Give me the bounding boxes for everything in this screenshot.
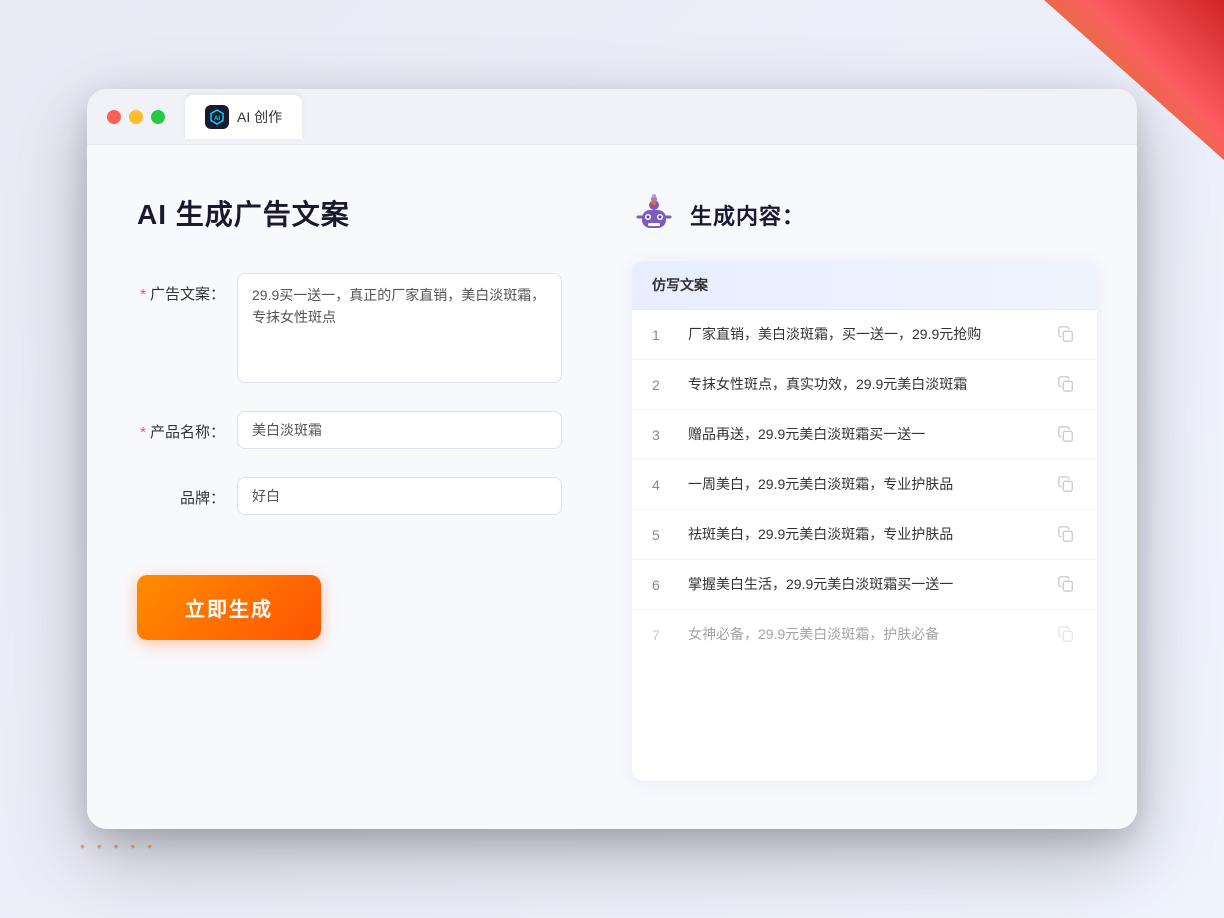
result-title: 生成内容： [690,199,805,231]
title-bar: AI AI 创作 [87,89,1137,145]
item-number: 5 [652,527,672,543]
generate-button[interactable]: 立即生成 [137,575,321,640]
result-item: 4 一周美白，29.9元美白淡斑霜，专业护肤品 [632,460,1097,510]
product-name-label: *产品名称： [137,411,237,442]
brand-group: 品牌： [137,477,562,515]
results-list: 1 厂家直销，美白淡斑霜，买一送一，29.9元抢购 2 专抹女性斑点，真实功效，29… [632,310,1097,659]
item-text: 掌握美白生活，29.9元美白淡斑霜买一送一 [688,574,1041,595]
tab-ai-icon: AI [205,105,229,129]
result-item: 1 厂家直销，美白淡斑霜，买一送一，29.9元抢购 [632,310,1097,360]
item-number: 6 [652,577,672,593]
result-header: 生成内容： [632,193,1097,237]
product-name-input[interactable] [237,411,562,449]
copy-button[interactable] [1057,625,1077,645]
result-card: 仿写文案 1 厂家直销，美白淡斑霜，买一送一，29.9元抢购 2 专抹女性斑点，真实… [632,261,1097,781]
item-text: 女神必备，29.9元美白淡斑霜，护肤必备 [688,624,1041,645]
item-number: 3 [652,427,672,443]
item-text: 专抹女性斑点，真实功效，29.9元美白淡斑霜 [688,374,1041,395]
product-required-star: * [140,424,146,441]
right-panel: 生成内容： 仿写文案 1 厂家直销，美白淡斑霜，买一送一，29.9元抢购 2 专抹女… [612,145,1137,829]
close-button[interactable] [107,110,121,124]
copy-button[interactable] [1057,425,1077,445]
minimize-button[interactable] [129,110,143,124]
ad-copy-label: *广告文案： [137,273,237,304]
tab-label: AI 创作 [237,107,282,127]
ad-copy-input[interactable] [237,273,562,383]
content-area: AI 生成广告文案 *广告文案： *产品名称： 品牌： 立即生成 [87,145,1137,829]
robot-icon [632,193,676,237]
result-table-header: 仿写文案 [632,261,1097,310]
result-item: 2 专抹女性斑点，真实功效，29.9元美白淡斑霜 [632,360,1097,410]
copy-button[interactable] [1057,475,1077,495]
item-text: 厂家直销，美白淡斑霜，买一送一，29.9元抢购 [688,324,1041,345]
result-item: 3 赠品再送，29.9元美白淡斑霜买一送一 [632,410,1097,460]
item-number: 4 [652,477,672,493]
brand-input[interactable] [237,477,562,515]
item-text: 赠品再送，29.9元美白淡斑霜买一送一 [688,424,1041,445]
traffic-lights [107,110,165,124]
active-tab[interactable]: AI AI 创作 [185,95,302,139]
decorative-dots [80,838,200,898]
svg-text:AI: AI [214,116,220,122]
item-number: 2 [652,377,672,393]
product-name-group: *产品名称： [137,411,562,449]
copy-button[interactable] [1057,375,1077,395]
copy-button[interactable] [1057,575,1077,595]
copy-button[interactable] [1057,525,1077,545]
maximize-button[interactable] [151,110,165,124]
brand-label: 品牌： [137,477,237,508]
page-title: AI 生成广告文案 [137,193,562,233]
item-number: 1 [652,327,672,343]
copy-button[interactable] [1057,325,1077,345]
result-item: 5 祛斑美白，29.9元美白淡斑霜，专业护肤品 [632,510,1097,560]
result-item: 7 女神必备，29.9元美白淡斑霜，护肤必备 [632,610,1097,659]
browser-window: AI AI 创作 AI 生成广告文案 *广告文案： *产品名称： [87,89,1137,829]
item-number: 7 [652,627,672,643]
item-text: 一周美白，29.9元美白淡斑霜，专业护肤品 [688,474,1041,495]
left-panel: AI 生成广告文案 *广告文案： *产品名称： 品牌： 立即生成 [87,145,612,829]
ad-required-star: * [140,286,146,303]
result-item: 6 掌握美白生活，29.9元美白淡斑霜买一送一 [632,560,1097,610]
item-text: 祛斑美白，29.9元美白淡斑霜，专业护肤品 [688,524,1041,545]
ad-copy-group: *广告文案： [137,273,562,383]
